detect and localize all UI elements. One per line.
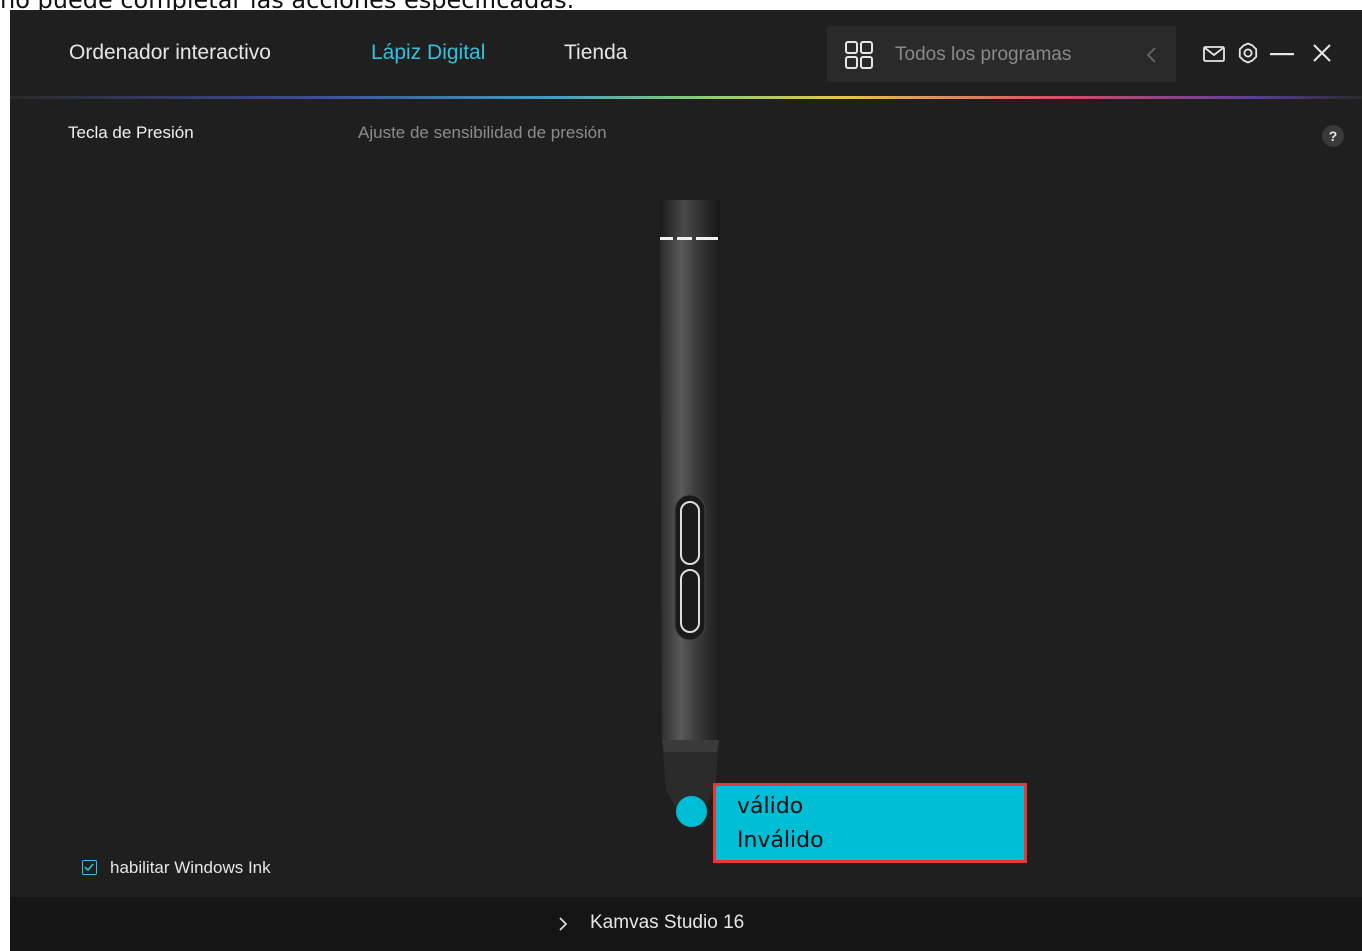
header-accent-divider (10, 96, 1362, 99)
windows-ink-checkbox[interactable] (82, 860, 97, 875)
pen-tip-hotspot[interactable] (676, 796, 707, 827)
pen-cap (660, 200, 720, 240)
chevron-left-icon[interactable] (1145, 46, 1159, 64)
grid-icon[interactable] (844, 40, 874, 70)
program-search-input[interactable] (893, 40, 1117, 70)
device-footer-bar: Kamvas Studio 16 (10, 897, 1362, 951)
device-name: Kamvas Studio 16 (590, 912, 745, 933)
gear-icon[interactable] (1237, 42, 1259, 64)
chevron-right-icon (559, 917, 568, 931)
minimize-icon[interactable] (1270, 52, 1294, 56)
program-search-box[interactable] (827, 26, 1176, 82)
tab-tienda[interactable]: Tienda (564, 41, 627, 65)
digital-pen-illustration (660, 200, 720, 812)
tab-lapiz-digital[interactable]: Lápiz Digital (371, 41, 485, 65)
menu-option-valido[interactable]: válido (737, 794, 803, 819)
menu-option-invalido[interactable]: Inválido (737, 828, 824, 853)
mail-icon[interactable] (1203, 45, 1225, 63)
top-navigation-bar: Ordenador interactivo Lápiz Digital Tien… (10, 10, 1362, 98)
section-link-pressure-sensitivity[interactable]: Ajuste de sensibilidad de presión (358, 123, 607, 143)
pen-barrel (660, 240, 720, 740)
tab-ordenador-interactivo[interactable]: Ordenador interactivo (69, 41, 271, 65)
pen-side-button-housing (674, 494, 706, 641)
windows-ink-label: habilitar Windows Ink (110, 858, 271, 877)
help-icon[interactable]: ? (1322, 125, 1344, 147)
section-title-tecla-de-presion[interactable]: Tecla de Presión (68, 123, 194, 143)
close-icon[interactable] (1312, 43, 1332, 63)
checkmark-icon (84, 863, 94, 872)
pen-tip-function-menu: válido Inválido (713, 783, 1027, 863)
huion-tablet-app-window: Ordenador interactivo Lápiz Digital Tien… (10, 10, 1362, 951)
